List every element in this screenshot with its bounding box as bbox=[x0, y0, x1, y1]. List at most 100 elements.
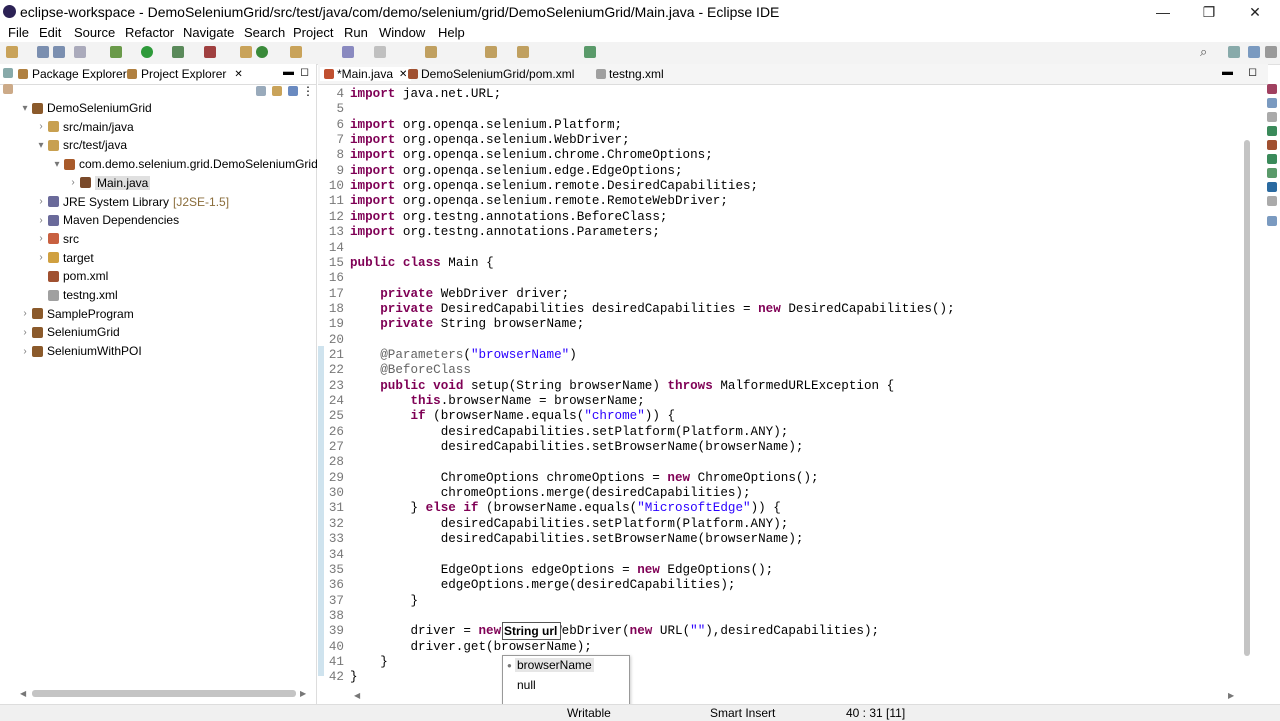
expanded-arrow-icon[interactable]: ▾ bbox=[34, 140, 48, 151]
collapsed-arrow-icon[interactable]: › bbox=[34, 121, 48, 132]
collapsed-arrow-icon[interactable]: › bbox=[18, 346, 32, 357]
collapsed-arrow-icon[interactable]: › bbox=[34, 252, 48, 263]
outline-icon[interactable] bbox=[1267, 84, 1277, 94]
menu-project[interactable]: Project bbox=[293, 25, 333, 40]
back-icon[interactable] bbox=[485, 46, 497, 58]
tree-item[interactable]: › Main.java bbox=[66, 174, 151, 192]
new-class-icon[interactable] bbox=[256, 46, 268, 58]
toggle-mark-icon[interactable] bbox=[374, 46, 386, 58]
horizontal-scrollbar[interactable] bbox=[32, 690, 296, 697]
menu-help[interactable]: Help bbox=[438, 25, 465, 40]
menu-run[interactable]: Run bbox=[344, 25, 368, 40]
menu-edit[interactable]: Edit bbox=[39, 25, 61, 40]
collapsed-arrow-icon[interactable]: › bbox=[18, 327, 32, 338]
minimize-view-icon[interactable]: ▬ bbox=[283, 66, 294, 78]
code-line[interactable]: } bbox=[350, 594, 418, 608]
tree-item[interactable]: ▾ src/test/java bbox=[34, 136, 127, 154]
scroll-right-icon[interactable]: ▶ bbox=[1228, 691, 1234, 700]
collapsed-arrow-icon[interactable]: › bbox=[18, 308, 32, 319]
minimize-button[interactable]: — bbox=[1140, 0, 1186, 24]
open-perspective-icon[interactable] bbox=[1228, 46, 1240, 58]
menu-refactor[interactable]: Refactor bbox=[125, 25, 174, 40]
code-line[interactable]: driver = new RemoteWebDriver(new URL("")… bbox=[350, 624, 879, 638]
code-line[interactable]: import org.openqa.selenium.Platform; bbox=[350, 118, 622, 132]
menu-window[interactable]: Window bbox=[379, 25, 425, 40]
tab-package-explorer[interactable]: Package Explorer bbox=[18, 67, 127, 81]
search-icon[interactable]: ⌕ bbox=[1200, 44, 1207, 60]
progress-icon[interactable] bbox=[1267, 182, 1277, 192]
completion-option-browsername[interactable]: browserName bbox=[515, 658, 594, 672]
code-line[interactable]: private String browserName; bbox=[350, 317, 584, 331]
maximize-editor-icon[interactable]: ◻ bbox=[1248, 65, 1257, 78]
code-line[interactable]: } else if (browserName.equals("Microsoft… bbox=[350, 501, 780, 515]
link-editor-icon[interactable] bbox=[272, 86, 282, 96]
tree-item[interactable]: › Maven Dependencies bbox=[34, 211, 179, 229]
save-icon[interactable] bbox=[37, 46, 49, 58]
javadoc-icon[interactable] bbox=[1267, 140, 1277, 150]
scroll-left-icon[interactable]: ◀ bbox=[354, 691, 360, 700]
code-line[interactable]: private DesiredCapabilities desiredCapab… bbox=[350, 302, 954, 316]
editor-horizontal-scrollbar[interactable]: ◀ ▶ bbox=[354, 688, 1234, 700]
collapsed-arrow-icon[interactable]: › bbox=[66, 177, 80, 188]
code-line[interactable]: import org.openqa.selenium.remote.Remote… bbox=[350, 194, 728, 208]
code-line[interactable]: import org.testng.annotations.BeforeClas… bbox=[350, 210, 667, 224]
java-perspective-icon[interactable] bbox=[1248, 46, 1260, 58]
code-line[interactable]: @Parameters("browserName") bbox=[350, 348, 577, 362]
debug-perspective-icon[interactable] bbox=[1265, 46, 1277, 58]
tree-item[interactable]: pom.xml bbox=[34, 267, 108, 285]
menu-search[interactable]: Search bbox=[244, 25, 285, 40]
forward-icon[interactable] bbox=[517, 46, 529, 58]
collapsed-arrow-icon[interactable]: › bbox=[34, 215, 48, 226]
code-line[interactable]: desiredCapabilities.setBrowserName(brows… bbox=[350, 440, 804, 454]
code-line[interactable]: import org.openqa.selenium.edge.EdgeOpti… bbox=[350, 164, 683, 178]
tree-item[interactable]: › target bbox=[34, 249, 93, 267]
code-line[interactable]: edgeOptions.merge(desiredCapabilities); bbox=[350, 578, 736, 592]
close-tab-icon[interactable]: ✕ bbox=[234, 69, 242, 80]
expanded-arrow-icon[interactable]: ▾ bbox=[18, 103, 32, 114]
save-all-icon[interactable] bbox=[53, 46, 65, 58]
code-line[interactable]: public void setup(String browserName) th… bbox=[350, 379, 894, 393]
maximize-view-icon[interactable]: ◻ bbox=[300, 65, 309, 78]
vertical-scrollbar-track[interactable] bbox=[1242, 84, 1250, 684]
tree-item[interactable]: › JRE System Library [J2SE-1.5] bbox=[34, 193, 229, 211]
collapsed-arrow-icon[interactable]: › bbox=[34, 233, 48, 244]
problems-icon[interactable] bbox=[1267, 126, 1277, 136]
code-line[interactable]: desiredCapabilities.setPlatform(Platform… bbox=[350, 517, 789, 531]
servers-icon[interactable] bbox=[1267, 216, 1277, 226]
external-tools-icon[interactable] bbox=[204, 46, 216, 58]
tree-item[interactable]: ▾ com.demo.selenium.grid.DemoSeleniumGrid bbox=[50, 155, 317, 173]
code-line[interactable]: import org.openqa.selenium.remote.Desire… bbox=[350, 179, 758, 193]
tree-item[interactable]: testng.xml bbox=[34, 286, 118, 304]
declaration-icon[interactable] bbox=[1267, 154, 1277, 164]
code-line[interactable]: @BeforeClass bbox=[350, 363, 471, 377]
view-menu-icon[interactable]: ⋮ bbox=[302, 84, 314, 98]
code-line[interactable]: import org.testng.annotations.Parameters… bbox=[350, 225, 660, 239]
scroll-right-icon[interactable]: ▶ bbox=[300, 689, 306, 698]
code-line[interactable]: import java.net.URL; bbox=[350, 87, 501, 101]
code-line[interactable]: } bbox=[350, 670, 358, 684]
code-line[interactable]: import org.openqa.selenium.WebDriver; bbox=[350, 133, 630, 147]
code-line[interactable]: public class Main { bbox=[350, 256, 494, 270]
close-tab-icon[interactable]: ✕ bbox=[399, 69, 407, 80]
code-line[interactable]: import org.openqa.selenium.chrome.Chrome… bbox=[350, 148, 713, 162]
menu-navigate[interactable]: Navigate bbox=[183, 25, 234, 40]
filter-icon[interactable] bbox=[288, 86, 298, 96]
tab-testng-xml[interactable]: testng.xml bbox=[596, 67, 664, 81]
code-line[interactable]: desiredCapabilities.setPlatform(Platform… bbox=[350, 425, 789, 439]
run-icon[interactable] bbox=[141, 46, 153, 58]
vertical-scrollbar[interactable] bbox=[1244, 140, 1250, 656]
debug-icon[interactable] bbox=[110, 46, 122, 58]
tree-item[interactable]: ▾ DemoSeleniumGrid bbox=[18, 99, 151, 117]
code-area[interactable]: 4 import java.net.URL; 5 6 import org.openqa… bbox=[318, 84, 1258, 684]
coverage-icon[interactable] bbox=[172, 46, 184, 58]
tree-item[interactable]: › SampleProgram bbox=[18, 305, 133, 323]
new-icon[interactable] bbox=[6, 46, 18, 58]
task-list-icon[interactable] bbox=[1267, 98, 1277, 108]
tab-pom-xml[interactable]: DemoSeleniumGrid/pom.xml bbox=[408, 67, 574, 81]
restore-icon[interactable] bbox=[3, 68, 13, 78]
pin-editor-icon[interactable] bbox=[584, 46, 596, 58]
new-java-project-icon[interactable] bbox=[240, 46, 252, 58]
history-icon[interactable] bbox=[1267, 196, 1277, 206]
minimized-view-icon[interactable] bbox=[3, 84, 13, 94]
code-line[interactable]: private WebDriver driver; bbox=[350, 287, 569, 301]
